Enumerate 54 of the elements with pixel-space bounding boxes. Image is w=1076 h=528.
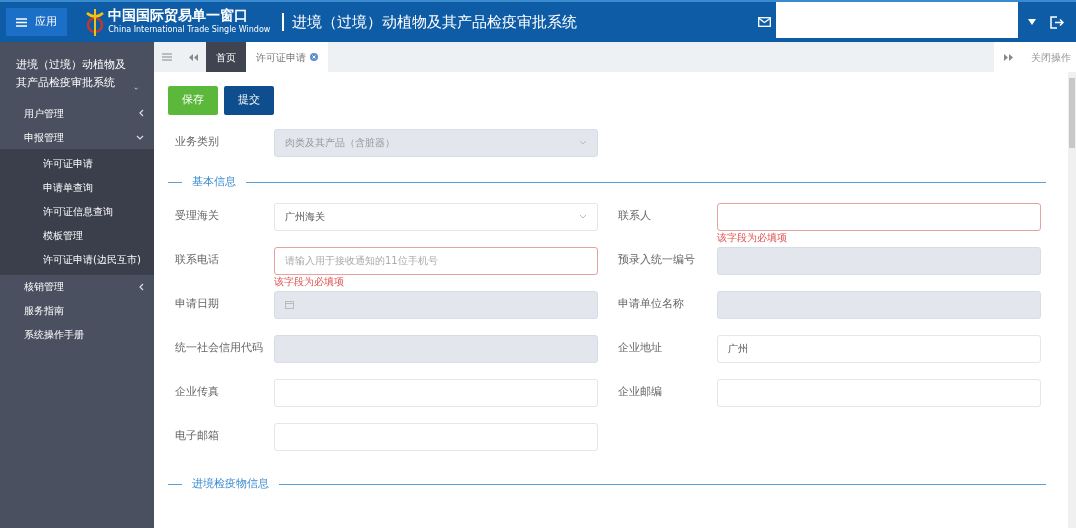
sidebar-title: 进境（过境）动植物及其产品检疫审批系统	[16, 57, 127, 91]
sidebar-subitem[interactable]: 申请单查询	[0, 175, 154, 200]
field-label: 申请单位名称	[617, 296, 685, 312]
menu-button[interactable]: 应用	[6, 8, 67, 36]
sidebar-subitem[interactable]: 许可证申请	[0, 151, 154, 176]
chevron-left-icon	[139, 282, 144, 291]
close-icon[interactable]	[310, 53, 318, 61]
chevron-down-icon	[579, 214, 587, 219]
input-field[interactable]: 广州	[717, 334, 1041, 363]
logout-icon[interactable]	[1050, 15, 1064, 29]
select-field[interactable]: 广州海关	[274, 202, 598, 231]
double-right-icon[interactable]	[1003, 53, 1013, 61]
sidebar-subitem[interactable]: 许可证申请(边民互市)	[0, 247, 154, 272]
field-label: 联系电话	[174, 252, 220, 268]
sidebar-item[interactable]: 服务指南	[0, 298, 154, 323]
caret-down-icon[interactable]	[1028, 19, 1036, 25]
section-title: 进境检疫物信息	[192, 476, 269, 493]
error-message: 该字段为必填项	[274, 274, 345, 288]
system-title: 进境（过境）动植物及其产品检疫审批系统	[292, 11, 578, 33]
chevron-down-icon	[133, 86, 138, 92]
chevron-left-icon	[139, 109, 144, 118]
sidebar-item[interactable]: 用户管理	[0, 101, 154, 126]
scrollbar[interactable]	[1068, 72, 1076, 528]
field-label: 业务类别	[174, 134, 220, 151]
menu-icon	[16, 17, 27, 27]
sidebar-subitem[interactable]: 模板管理	[0, 223, 154, 248]
input-field[interactable]	[717, 202, 1041, 231]
mail-icon[interactable]	[757, 17, 771, 27]
sidebar-item[interactable]: 系统操作手册	[0, 322, 154, 347]
logo-subtitle: China International Trade Single Window	[108, 23, 271, 36]
tab[interactable]: 首页	[206, 42, 246, 72]
chevron-down-icon	[579, 140, 587, 145]
field-label: 企业地址	[617, 340, 663, 356]
section-title: 基本信息	[192, 174, 236, 191]
double-left-icon[interactable]	[188, 53, 198, 61]
input-field[interactable]: 请输入用于接收通知的11位手机号	[274, 246, 598, 275]
sidebar-item[interactable]: 核销管理	[0, 274, 154, 299]
field-label: 申请日期	[174, 296, 220, 312]
sidebar-item[interactable]: 申报管理	[0, 125, 154, 150]
error-message: 该字段为必填项	[717, 230, 788, 244]
menu-icon[interactable]	[162, 53, 172, 61]
field-label: 受理海关	[174, 208, 220, 224]
logo-title: 中国国际贸易单一窗口	[108, 8, 250, 24]
calendar-icon	[285, 300, 294, 309]
field-label: 预录入统一编号	[617, 252, 696, 268]
chevron-down-icon	[136, 134, 144, 140]
field-label: 联系人	[617, 208, 652, 224]
field-label: 统一社会信用代码	[174, 340, 264, 356]
tab[interactable]: 许可证申请	[246, 42, 328, 72]
field-label: 企业邮编	[617, 384, 663, 400]
sidebar-subitem[interactable]: 许可证信息查询	[0, 199, 154, 224]
field-label: 电子邮箱	[174, 428, 220, 444]
field-label: 企业传真	[174, 384, 220, 400]
submit-button[interactable]: 提交	[223, 86, 274, 115]
